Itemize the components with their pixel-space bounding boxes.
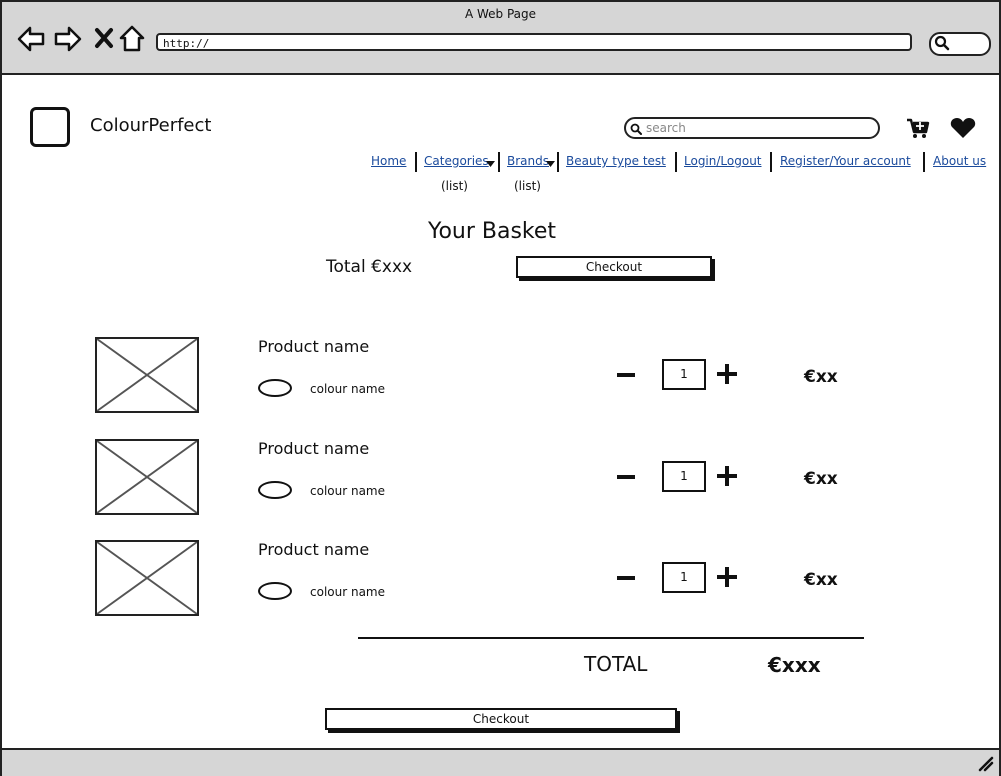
window-title: A Web Page <box>464 7 537 21</box>
item-price: €xx <box>804 469 838 489</box>
categories-sublist[interactable]: (list) <box>441 179 468 193</box>
plus-icon[interactable] <box>716 566 738 588</box>
home-icon[interactable] <box>118 24 148 54</box>
status-bar <box>2 748 999 776</box>
minus-icon[interactable] <box>616 365 636 385</box>
plus-icon[interactable] <box>716 363 738 385</box>
search-input[interactable]: search <box>624 117 880 139</box>
chevron-down-icon[interactable] <box>546 161 555 167</box>
forward-icon[interactable] <box>53 24 83 54</box>
back-icon[interactable] <box>16 24 46 54</box>
basket-item: Product name colour name 1 €xx <box>2 439 999 521</box>
total-value: €xxx <box>768 653 821 677</box>
checkout-button-bottom[interactable]: Checkout <box>325 708 677 730</box>
product-image[interactable] <box>95 337 199 413</box>
browser-chrome: A Web Page http:// <box>2 2 999 75</box>
total-divider <box>358 637 864 639</box>
nav-home[interactable]: Home <box>371 154 406 168</box>
product-name[interactable]: Product name <box>258 439 369 458</box>
colour-swatch <box>258 379 292 397</box>
colour-swatch <box>258 582 292 600</box>
basket-item: Product name colour name 1 €xx <box>2 540 999 622</box>
plus-icon[interactable] <box>716 465 738 487</box>
colour-name: colour name <box>310 585 385 599</box>
nav-register-account[interactable]: Register/Your account <box>780 154 911 168</box>
nav-divider <box>557 152 559 172</box>
brands-sublist[interactable]: (list) <box>514 179 541 193</box>
quantity-input[interactable]: 1 <box>662 461 706 492</box>
logo[interactable] <box>30 107 70 147</box>
colour-name: colour name <box>310 382 385 396</box>
nav-divider <box>415 152 417 172</box>
quantity-input[interactable]: 1 <box>662 562 706 593</box>
basket-item: Product name colour name 1 €xx <box>2 337 999 419</box>
nav-divider <box>498 152 500 172</box>
minus-icon[interactable] <box>616 568 636 588</box>
heart-icon[interactable] <box>950 117 976 139</box>
nav-categories[interactable]: Categories <box>424 154 489 168</box>
resize-grip-icon[interactable] <box>978 756 994 772</box>
address-bar[interactable]: http:// <box>156 33 912 51</box>
nav-beauty-type-test[interactable]: Beauty type test <box>566 154 666 168</box>
nav-divider <box>923 152 925 172</box>
colour-swatch <box>258 481 292 499</box>
product-image[interactable] <box>95 540 199 616</box>
cart-icon[interactable] <box>906 118 930 140</box>
item-price: €xx <box>804 367 838 387</box>
minus-icon[interactable] <box>616 467 636 487</box>
checkout-button-top[interactable]: Checkout <box>516 256 712 278</box>
basket-total-summary: Total €xxx <box>326 257 413 277</box>
nav-about-us[interactable]: About us <box>933 154 986 168</box>
product-name[interactable]: Product name <box>258 540 369 559</box>
product-name[interactable]: Product name <box>258 337 369 356</box>
nav-login-logout[interactable]: Login/Logout <box>684 154 762 168</box>
colour-name: colour name <box>310 484 385 498</box>
stop-icon[interactable] <box>90 24 120 54</box>
total-label: TOTAL <box>584 652 648 676</box>
search-placeholder: search <box>646 121 686 135</box>
browser-window: A Web Page http:// ColourPerfect search <box>0 0 1001 776</box>
product-image[interactable] <box>95 439 199 515</box>
nav-divider <box>770 152 772 172</box>
main-nav: Home Categories Brands Beauty type test … <box>2 152 999 172</box>
search-icon <box>934 35 950 51</box>
nav-brands[interactable]: Brands <box>507 154 549 168</box>
browser-search-field[interactable] <box>929 32 991 56</box>
nav-divider <box>675 152 677 172</box>
quantity-input[interactable]: 1 <box>662 359 706 390</box>
item-price: €xx <box>804 570 838 590</box>
brand-name[interactable]: ColourPerfect <box>90 115 211 136</box>
search-icon <box>630 123 642 135</box>
page-title: Your Basket <box>427 219 557 244</box>
chevron-down-icon[interactable] <box>486 161 495 167</box>
